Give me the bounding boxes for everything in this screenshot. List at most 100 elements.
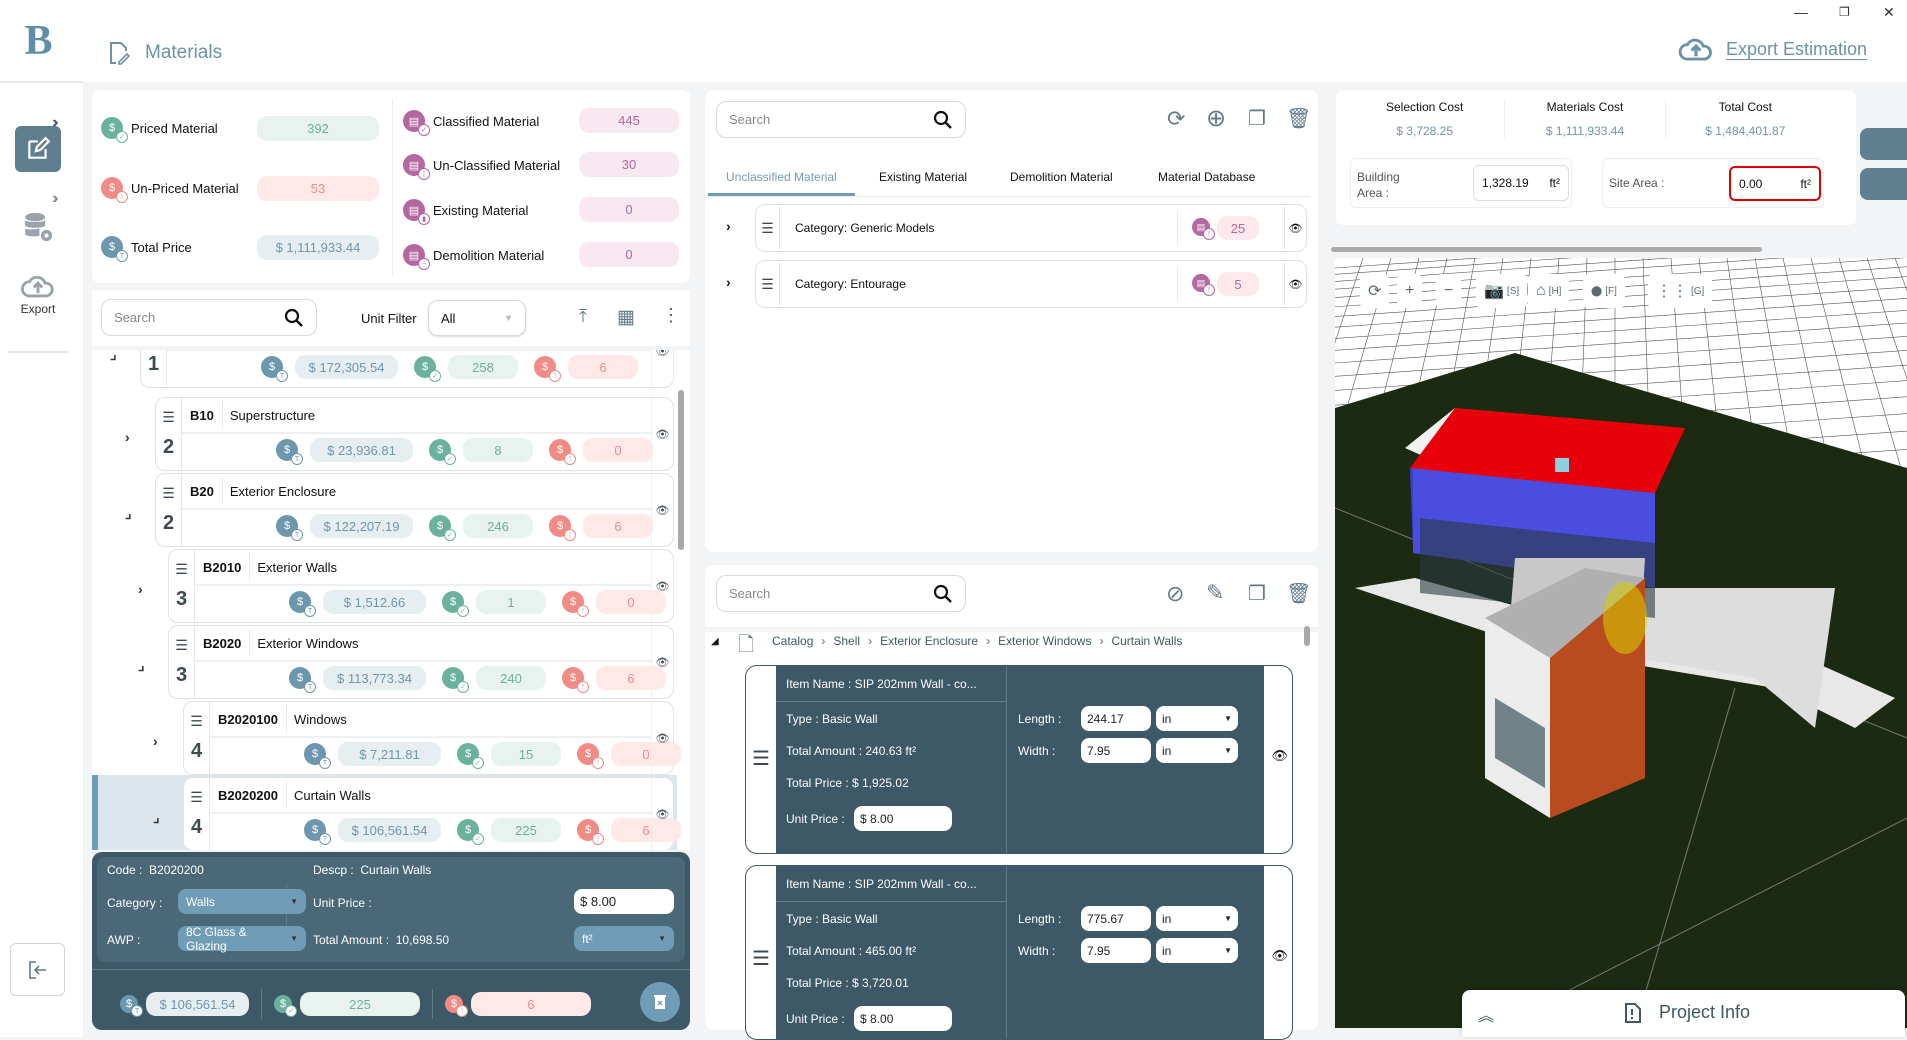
length-input[interactable]: 775.67 bbox=[1081, 906, 1151, 931]
3d-viewer[interactable] bbox=[1335, 258, 1907, 1028]
minimize-button[interactable]: — bbox=[1794, 4, 1808, 20]
breadcrumb-item[interactable]: Shell bbox=[833, 634, 860, 648]
category-row[interactable]: ☰ Category: Generic Models ▤! 25 👁 bbox=[755, 204, 1307, 252]
tree-row[interactable]: ☰ 3 B2010 Exterior Walls $ T $ 1,512.66 $ ✓ 1 $! 0 👁 bbox=[168, 549, 674, 623]
unit-price-input[interactable]: $ 8.00 bbox=[574, 889, 674, 914]
viewer-toolbar-button[interactable]: − bbox=[1436, 274, 1462, 308]
expand-toggle-icon[interactable]: › bbox=[125, 429, 130, 445]
viewer-toolbar-button[interactable]: ⬤ [F] bbox=[1583, 274, 1625, 308]
row-handle[interactable]: ☰ 4 bbox=[184, 778, 210, 850]
width-unit-select[interactable]: in ▼ bbox=[1156, 938, 1238, 963]
tree-scrollbar[interactable] bbox=[678, 390, 684, 550]
eye-icon[interactable]: 👁 bbox=[1271, 748, 1288, 764]
copy-icon[interactable]: ❐ bbox=[1248, 106, 1266, 131]
hamburger-icon[interactable]: ☰ bbox=[190, 713, 203, 730]
site-area-input[interactable]: 0.00 ft² bbox=[1729, 166, 1821, 201]
breadcrumb-item[interactable]: Curtain Walls bbox=[1111, 634, 1182, 648]
hamburger-icon[interactable]: ☰ bbox=[162, 409, 175, 426]
expand-up-icon[interactable]: ︽ bbox=[1478, 1002, 1494, 1026]
hamburger-icon[interactable]: ☰ bbox=[756, 261, 780, 307]
width-input[interactable]: 7.95 bbox=[1081, 738, 1151, 763]
expand-toggle-icon[interactable]: ⌟ bbox=[110, 350, 117, 363]
breadcrumb-item[interactable]: Exterior Enclosure bbox=[880, 634, 978, 648]
tree-row[interactable]: ☰ 4 B2020100 Windows $ T $ 7,211.81 $ ✓ 15 $! 0 👁 bbox=[183, 701, 681, 775]
row-handle[interactable]: ☰ 2 bbox=[156, 474, 182, 546]
edit-icon[interactable]: ✎ bbox=[1206, 580, 1224, 606]
eye-icon[interactable]: 👁 bbox=[651, 550, 673, 622]
viewer-toolbar-button[interactable]: + bbox=[1397, 274, 1423, 308]
tab-material-database[interactable]: Material Database bbox=[1158, 170, 1255, 196]
collapse-triangle-icon[interactable]: ◢ bbox=[711, 636, 719, 647]
expand-toggle-icon[interactable]: ⌟ bbox=[153, 809, 160, 826]
collapse-all-icon[interactable]: ⤒ bbox=[579, 306, 587, 327]
expand-toggle-icon[interactable]: › bbox=[138, 581, 143, 597]
expand-toggle-icon[interactable]: › bbox=[726, 218, 731, 234]
side-tab-button[interactable] bbox=[1860, 128, 1907, 160]
width-unit-select[interactable]: in ▼ bbox=[1156, 738, 1238, 763]
expand-toggle-icon[interactable]: ⌟ bbox=[125, 505, 132, 522]
eye-icon[interactable]: 👁 bbox=[651, 350, 673, 387]
refresh-icon[interactable]: ⟳ bbox=[1167, 106, 1185, 132]
sidebar-item-materials[interactable] bbox=[15, 126, 61, 172]
delete-button[interactable] bbox=[640, 982, 680, 1022]
search-icon[interactable] bbox=[933, 584, 953, 604]
hamburger-icon[interactable]: ☰ bbox=[752, 946, 770, 971]
eye-icon[interactable]: 👁 bbox=[651, 702, 673, 774]
add-circle-icon[interactable]: ⊕ bbox=[1206, 104, 1226, 133]
tab-unclassified-material[interactable]: Unclassified Material bbox=[726, 170, 837, 196]
side-tab-button[interactable] bbox=[1860, 168, 1907, 200]
copy-icon[interactable]: ❐ bbox=[1248, 581, 1266, 606]
category-row[interactable]: ☰ Category: Entourage ▤! 5 👁 bbox=[755, 260, 1307, 308]
eye-icon[interactable]: 👁 bbox=[651, 626, 673, 698]
category-select[interactable]: Walls ▼ bbox=[178, 889, 306, 914]
export-estimation-button[interactable]: Export Estimation bbox=[1678, 36, 1867, 62]
catalog-search-input[interactable]: Search bbox=[716, 575, 966, 612]
close-button[interactable]: ✕ bbox=[1883, 4, 1895, 21]
expand-toggle-icon[interactable]: › bbox=[153, 733, 158, 749]
trash-icon[interactable]: 🗑 bbox=[1286, 106, 1311, 131]
material-search-input[interactable]: Search bbox=[716, 101, 966, 138]
row-handle[interactable]: ☰ 4 bbox=[184, 702, 210, 774]
viewer-toolbar-button[interactable]: ⟳ bbox=[1360, 274, 1390, 308]
unit-price-input[interactable]: $ 8.00 bbox=[854, 1006, 952, 1031]
breadcrumb-item[interactable]: Catalog bbox=[772, 634, 813, 648]
3d-scene[interactable] bbox=[1335, 258, 1907, 1028]
tree-row[interactable]: ☰ 2 B20 Exterior Enclosure $ T $ 122,207.19 $ ✓ 2… bbox=[155, 473, 674, 547]
horizontal-scrollbar[interactable] bbox=[1331, 247, 1762, 252]
search-icon[interactable] bbox=[284, 308, 304, 328]
eye-icon[interactable]: 👁 bbox=[1284, 205, 1306, 251]
catalog-item-card[interactable]: ☰ Item Name : SIP 202mm Wall - co... Type … bbox=[745, 665, 1293, 854]
tab-demolition-material[interactable]: Demolition Material bbox=[1010, 170, 1113, 196]
tab-existing-material[interactable]: Existing Material bbox=[879, 170, 967, 196]
row-handle[interactable]: ☰ 3 bbox=[169, 626, 195, 698]
awp-select[interactable]: 8C Glass & Glazing ▼ bbox=[178, 925, 306, 953]
tree-search-input[interactable]: Search bbox=[101, 299, 317, 336]
tree-row[interactable]: ☰ 4 B2020200 Curtain Walls $ T $ 106,561.54 $ ✓ 2… bbox=[183, 777, 681, 850]
length-input[interactable]: 244.17 bbox=[1081, 706, 1151, 731]
unit-filter-select[interactable]: All ▼ bbox=[428, 300, 526, 336]
eye-icon[interactable]: 👁 bbox=[651, 398, 673, 470]
logout-button[interactable] bbox=[10, 943, 65, 996]
project-info-panel[interactable]: ︽ Project Info bbox=[1462, 990, 1905, 1037]
tree-row[interactable]: ☰ 3 B2020 Exterior Windows $ T $ 113,773.34 $ ✓ 2… bbox=[168, 625, 674, 699]
length-unit-select[interactable]: in ▼ bbox=[1156, 906, 1238, 931]
hamburger-icon[interactable]: ☰ bbox=[162, 485, 175, 502]
viewer-toolbar-button[interactable]: ⋮⋮ [G] bbox=[1648, 274, 1713, 308]
catalog-item-card[interactable]: ☰ Item Name : SIP 202mm Wall - co... Type … bbox=[745, 865, 1293, 1040]
sidebar-item-database-settings[interactable] bbox=[15, 204, 61, 250]
viewer-toolbar-button[interactable]: 📷 [S] bbox=[1476, 274, 1528, 308]
building-area-input[interactable]: 1,328.19 ft² bbox=[1473, 165, 1569, 201]
eye-icon[interactable]: 👁 bbox=[1284, 261, 1306, 307]
hamburger-icon[interactable]: ☰ bbox=[175, 637, 188, 654]
hide-icon[interactable]: ⊘ bbox=[1166, 581, 1184, 607]
hamburger-icon[interactable]: ☰ bbox=[756, 205, 780, 251]
hamburger-icon[interactable]: ☰ bbox=[190, 789, 203, 806]
expand-toggle-icon[interactable]: ⌟ bbox=[138, 657, 145, 674]
trash-icon[interactable]: 🗑 bbox=[1286, 581, 1311, 606]
width-input[interactable]: 7.95 bbox=[1081, 938, 1151, 963]
tree-row[interactable]: ☰ 2 B10 Superstructure $ T $ 23,936.81 $ ✓ 8 $! 0 👁 bbox=[155, 397, 674, 471]
hamburger-icon[interactable]: ☰ bbox=[752, 746, 770, 771]
breadcrumb-item[interactable]: Exterior Windows bbox=[998, 634, 1091, 648]
search-icon[interactable] bbox=[933, 110, 953, 130]
unit-select[interactable]: ft² ▼ bbox=[574, 926, 674, 951]
